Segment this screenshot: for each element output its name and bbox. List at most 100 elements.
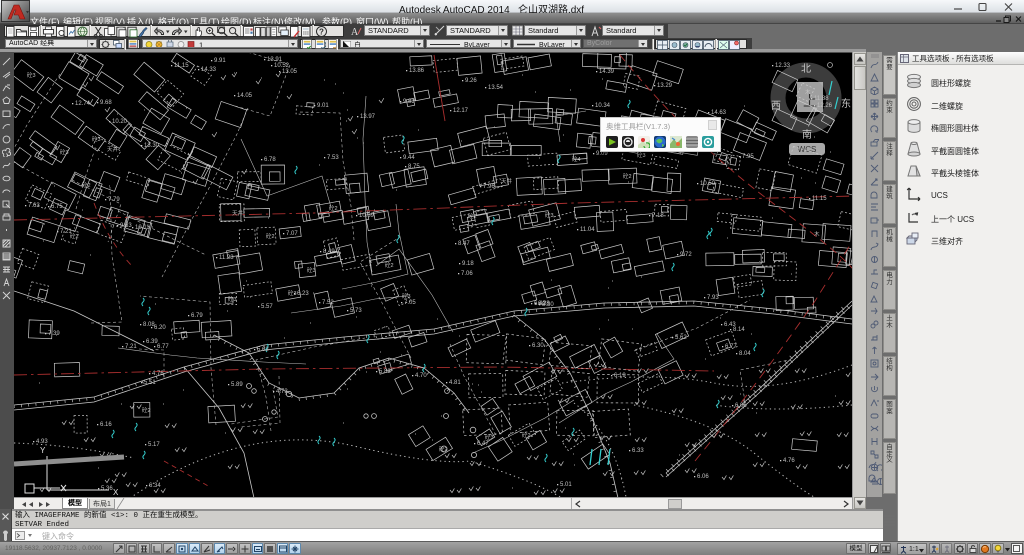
svg-text:13.30: 13.30 xyxy=(144,143,160,149)
svg-text:7.06: 7.06 xyxy=(461,271,473,277)
svg-text:9.83: 9.83 xyxy=(403,99,415,105)
svg-text:9.44: 9.44 xyxy=(403,155,415,161)
svg-text:12.26: 12.26 xyxy=(817,103,833,109)
svg-text:5.89: 5.89 xyxy=(231,382,243,388)
svg-text:8.47: 8.47 xyxy=(458,241,470,247)
svg-text:5.17: 5.17 xyxy=(148,442,160,448)
svg-text:4.93: 4.93 xyxy=(36,439,48,445)
svg-text:14.05: 14.05 xyxy=(237,93,253,99)
svg-text:砼2: 砼2 xyxy=(468,212,477,220)
svg-text:6.78: 6.78 xyxy=(264,157,276,163)
svg-text:6.06: 6.06 xyxy=(735,403,747,409)
svg-text:砼2: 砼2 xyxy=(439,445,448,453)
svg-text:南: 南 xyxy=(802,128,812,141)
svg-text:7.39: 7.39 xyxy=(48,331,60,337)
svg-text:5.01: 5.01 xyxy=(560,482,572,488)
svg-text:砼2: 砼2 xyxy=(142,406,151,414)
svg-text:木: 木 xyxy=(814,230,820,238)
svg-text:7.21: 7.21 xyxy=(125,344,137,350)
svg-text:8.30: 8.30 xyxy=(542,302,554,308)
svg-text:11.23: 11.23 xyxy=(219,255,234,261)
svg-text:6.77: 6.77 xyxy=(157,344,169,350)
svg-text:6.23: 6.23 xyxy=(297,291,309,297)
svg-text:砼3: 砼3 xyxy=(228,295,237,303)
svg-text:4.70: 4.70 xyxy=(415,373,427,379)
svg-text:7.07: 7.07 xyxy=(286,231,298,237)
svg-text:X: X xyxy=(113,488,119,497)
svg-text:7.52: 7.52 xyxy=(322,300,334,306)
svg-text:5.83: 5.83 xyxy=(379,369,391,375)
svg-text:8.08: 8.08 xyxy=(143,322,155,328)
svg-text:5.73: 5.73 xyxy=(350,308,362,314)
svg-text:14.33: 14.33 xyxy=(201,67,217,73)
svg-text:6.43: 6.43 xyxy=(724,322,736,328)
svg-text:9.18: 9.18 xyxy=(462,261,474,267)
svg-text:7.05: 7.05 xyxy=(404,300,416,306)
svg-text:砼2: 砼2 xyxy=(623,172,632,180)
svg-text:7.96: 7.96 xyxy=(483,184,495,190)
svg-text:10.34: 10.34 xyxy=(595,103,611,109)
svg-text:砼2: 砼2 xyxy=(329,204,338,212)
svg-text:5.51: 5.51 xyxy=(144,380,156,386)
svg-text:砼3: 砼3 xyxy=(92,135,101,143)
svg-text:砼3: 砼3 xyxy=(288,289,297,297)
svg-text:6.20: 6.20 xyxy=(154,325,166,331)
svg-text:砼4: 砼4 xyxy=(572,155,581,163)
svg-text:13.97: 13.97 xyxy=(360,114,376,120)
svg-text:9.26: 9.26 xyxy=(465,78,477,84)
svg-text:12.33: 12.33 xyxy=(775,63,791,69)
svg-text:7.95: 7.95 xyxy=(742,154,754,160)
svg-text:砼3: 砼3 xyxy=(60,148,69,156)
svg-text:14.63: 14.63 xyxy=(711,110,727,116)
svg-text:Y: Y xyxy=(40,446,46,455)
svg-text:14.39: 14.39 xyxy=(599,69,615,75)
svg-text:8.75: 8.75 xyxy=(408,164,420,170)
svg-text:12.17: 12.17 xyxy=(453,108,469,114)
svg-text:10.11: 10.11 xyxy=(135,225,150,231)
svg-text:13.91: 13.91 xyxy=(267,57,283,63)
svg-text:6.47: 6.47 xyxy=(477,441,489,447)
svg-text:北: 北 xyxy=(801,63,811,75)
svg-text:11.88: 11.88 xyxy=(814,96,829,102)
svg-text:11.15: 11.15 xyxy=(174,63,189,69)
svg-text:9.91: 9.91 xyxy=(214,58,226,64)
svg-text:砼2: 砼2 xyxy=(70,232,79,240)
svg-text:10.39: 10.39 xyxy=(359,213,375,219)
svg-text:4.76: 4.76 xyxy=(783,458,795,464)
svg-text:6.30: 6.30 xyxy=(532,343,544,349)
svg-text:13.54: 13.54 xyxy=(488,85,504,91)
svg-text:10.50: 10.50 xyxy=(700,181,716,187)
svg-text:砼3: 砼3 xyxy=(485,433,494,441)
svg-text:天井: 天井 xyxy=(501,177,513,185)
svg-text:9.63: 9.63 xyxy=(120,223,132,229)
svg-text:10.20: 10.20 xyxy=(112,119,128,125)
svg-text:13.86: 13.86 xyxy=(409,68,425,74)
svg-text:1: 1 xyxy=(199,41,203,49)
svg-text:7.93: 7.93 xyxy=(707,295,719,301)
svg-text:13.05: 13.05 xyxy=(282,69,298,75)
svg-text:6.33: 6.33 xyxy=(632,448,644,454)
svg-text:9.72: 9.72 xyxy=(680,252,692,258)
svg-text:13.29: 13.29 xyxy=(657,83,673,89)
svg-text:11.15: 11.15 xyxy=(812,196,827,202)
svg-text:4.73: 4.73 xyxy=(276,389,288,395)
svg-text:砼2: 砼2 xyxy=(82,181,91,189)
svg-text:砼3: 砼3 xyxy=(545,211,554,219)
svg-text:东: 东 xyxy=(841,97,851,110)
svg-text:6.06: 6.06 xyxy=(697,474,709,480)
svg-text:6.19: 6.19 xyxy=(614,373,626,379)
svg-text:6.79: 6.79 xyxy=(191,313,203,319)
svg-text:5.62: 5.62 xyxy=(675,335,687,341)
svg-text:砼3: 砼3 xyxy=(637,151,646,159)
svg-text:11.04: 11.04 xyxy=(580,227,595,233)
svg-text:4.81: 4.81 xyxy=(449,380,461,386)
svg-text:砼2: 砼2 xyxy=(522,431,531,439)
svg-text:7.63: 7.63 xyxy=(28,203,40,209)
svg-text:12.74: 12.74 xyxy=(75,101,91,107)
svg-text:?: ? xyxy=(319,27,324,36)
svg-text:8.49: 8.49 xyxy=(323,249,335,255)
svg-text:8.04: 8.04 xyxy=(739,351,751,357)
svg-text:4.76: 4.76 xyxy=(152,371,164,377)
svg-text:9.01: 9.01 xyxy=(317,103,329,109)
svg-text:6.75: 6.75 xyxy=(51,204,63,210)
